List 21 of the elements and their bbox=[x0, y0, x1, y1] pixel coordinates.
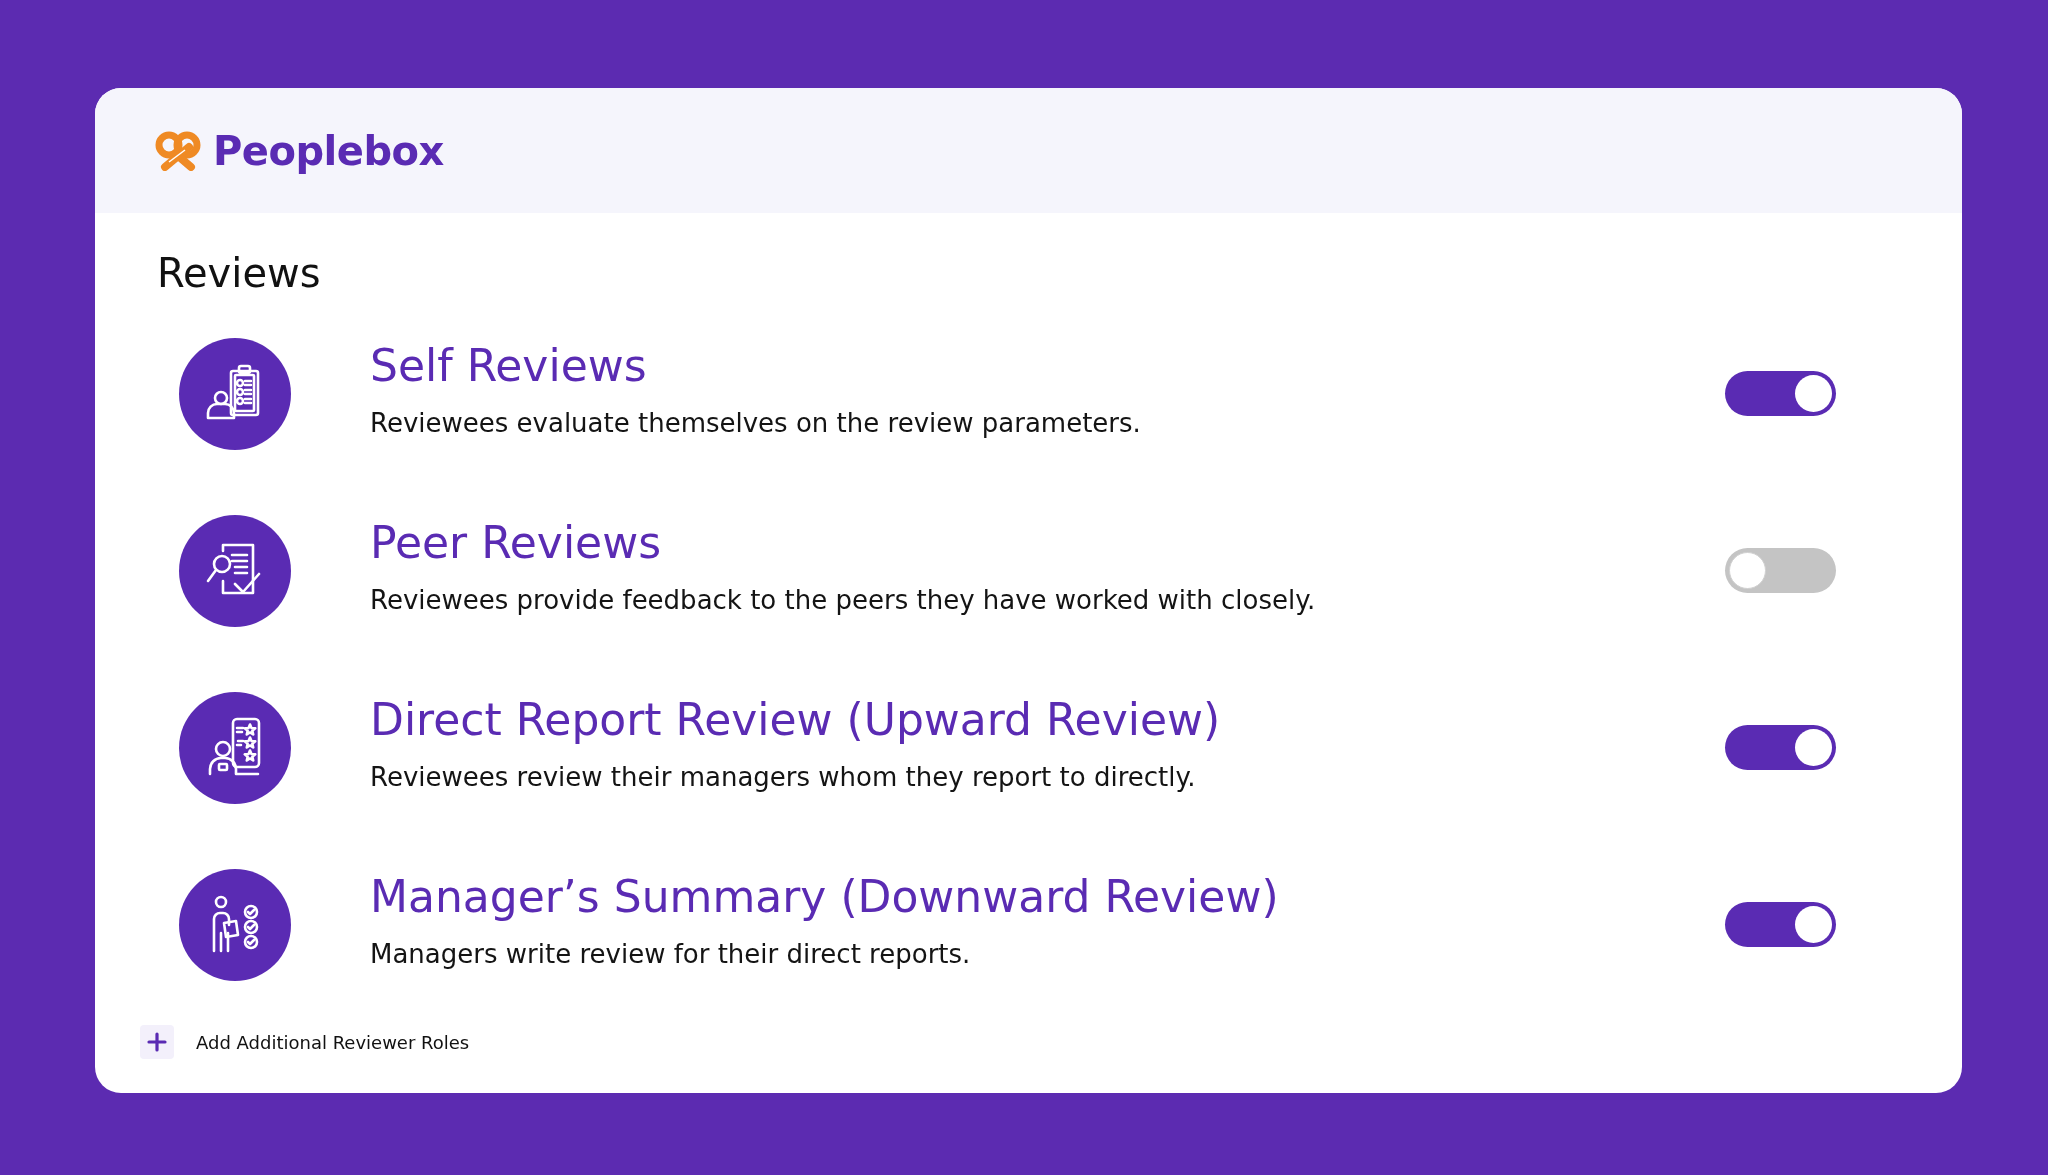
toggle-switch[interactable] bbox=[1725, 371, 1836, 416]
toggle-switch[interactable] bbox=[1725, 725, 1836, 770]
review-type-description: Managers write review for their direct reports. bbox=[370, 937, 971, 971]
logo-icon bbox=[155, 130, 201, 171]
add-reviewer-roles-button[interactable]: Add Additional Reviewer Roles bbox=[140, 1025, 470, 1059]
review-type-description: Reviewees evaluate themselves on the review parameters. bbox=[370, 406, 1141, 440]
brand-name: Peoplebox bbox=[213, 127, 444, 174]
person-star-rating-icon bbox=[179, 691, 291, 804]
review-type-description: Reviewees provide feedback to the peers they have worked with closely. bbox=[370, 583, 1316, 617]
review-type-title: Peer Reviews bbox=[370, 516, 662, 569]
toggle-switch[interactable] bbox=[1725, 902, 1836, 947]
review-type-title: Direct Report Review (Upward Review) bbox=[370, 693, 1221, 746]
review-type-title: Manager’s Summary (Downward Review) bbox=[370, 870, 1279, 923]
document-magnifier-check-icon bbox=[179, 514, 291, 627]
person-checklist-icon bbox=[179, 868, 291, 981]
plus-icon bbox=[140, 1025, 174, 1059]
review-type-description: Reviewees review their managers whom they report to directly. bbox=[370, 760, 1196, 794]
section-title: Reviews bbox=[157, 249, 321, 297]
clipboard-person-icon bbox=[179, 337, 291, 450]
toggle-switch[interactable] bbox=[1725, 548, 1836, 593]
review-type-title: Self Reviews bbox=[370, 339, 647, 392]
